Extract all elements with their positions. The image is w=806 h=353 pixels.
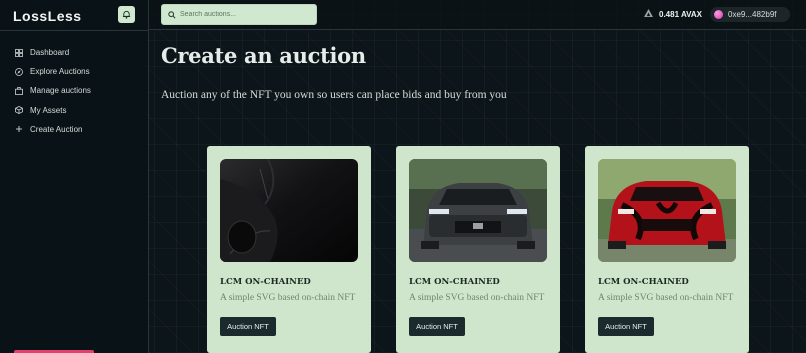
sidebar: LossLess Dashboard Explore Auctions Mana…	[0, 0, 149, 353]
page-subtitle: Auction any of the NFT you own so users …	[161, 89, 507, 101]
search-icon	[168, 6, 176, 24]
wallet-address-pill[interactable]: 0xe9...482b9f	[710, 7, 790, 22]
compass-icon	[14, 67, 23, 76]
sidebar-item-label: Dashboard	[30, 48, 70, 58]
bell-icon	[122, 6, 131, 24]
auction-nft-button[interactable]: Auction NFT	[220, 317, 276, 336]
nft-description: A simple SVG based on-chain NFT	[598, 293, 734, 303]
avalanche-icon	[644, 9, 653, 19]
plus-icon	[14, 125, 23, 134]
sidebar-item-manage-auctions[interactable]: Manage auctions	[14, 81, 91, 100]
auction-nft-button[interactable]: Auction NFT	[598, 317, 654, 336]
nft-card: LCM ON-CHAINED A simple SVG based on-cha…	[585, 146, 749, 353]
nft-description: A simple SVG based on-chain NFT	[409, 293, 545, 303]
sidebar-item-my-assets[interactable]: My Assets	[14, 101, 91, 120]
sidebar-item-create-auction[interactable]: Create Auction	[14, 120, 91, 139]
cube-icon	[14, 106, 23, 115]
avax-balance: 0.481 AVAX	[644, 9, 702, 19]
sidebar-item-label: Create Auction	[30, 124, 83, 134]
sidebar-item-label: Explore Auctions	[30, 67, 90, 77]
wallet-address: 0xe9...482b9f	[728, 10, 777, 19]
nft-image-grey-mustang[interactable]	[409, 159, 547, 262]
search-input[interactable]	[180, 11, 310, 18]
nft-description: A simple SVG based on-chain NFT	[220, 293, 356, 303]
sidebar-item-label: Manage auctions	[30, 86, 91, 96]
nft-name: LCM ON-CHAINED	[598, 277, 689, 287]
nft-image-dark-car[interactable]	[220, 159, 358, 262]
sidebar-item-explore-auctions[interactable]: Explore Auctions	[14, 62, 91, 81]
nft-image-red-car[interactable]	[598, 159, 736, 262]
sidebar-nav: Dashboard Explore Auctions Manage auctio…	[14, 43, 91, 139]
nft-name: LCM ON-CHAINED	[220, 277, 311, 287]
sidebar-item-dashboard[interactable]: Dashboard	[14, 43, 91, 62]
search-box[interactable]	[161, 4, 317, 25]
sidebar-item-label: My Assets	[30, 105, 67, 115]
wallet-avatar-icon	[714, 10, 723, 19]
nft-card: LCM ON-CHAINED A simple SVG based on-cha…	[396, 146, 560, 353]
auction-nft-button[interactable]: Auction NFT	[409, 317, 465, 336]
notification-bell-button[interactable]	[118, 6, 135, 23]
app-logo[interactable]: LossLess	[13, 8, 82, 24]
page-title: Create an auction	[161, 43, 366, 68]
grid-icon	[14, 48, 23, 57]
nft-card: LCM ON-CHAINED A simple SVG based on-cha…	[207, 146, 371, 353]
sidebar-divider	[0, 30, 149, 31]
nft-name: LCM ON-CHAINED	[409, 277, 500, 287]
briefcase-icon	[14, 86, 23, 95]
balance-value: 0.481 AVAX	[659, 9, 702, 19]
